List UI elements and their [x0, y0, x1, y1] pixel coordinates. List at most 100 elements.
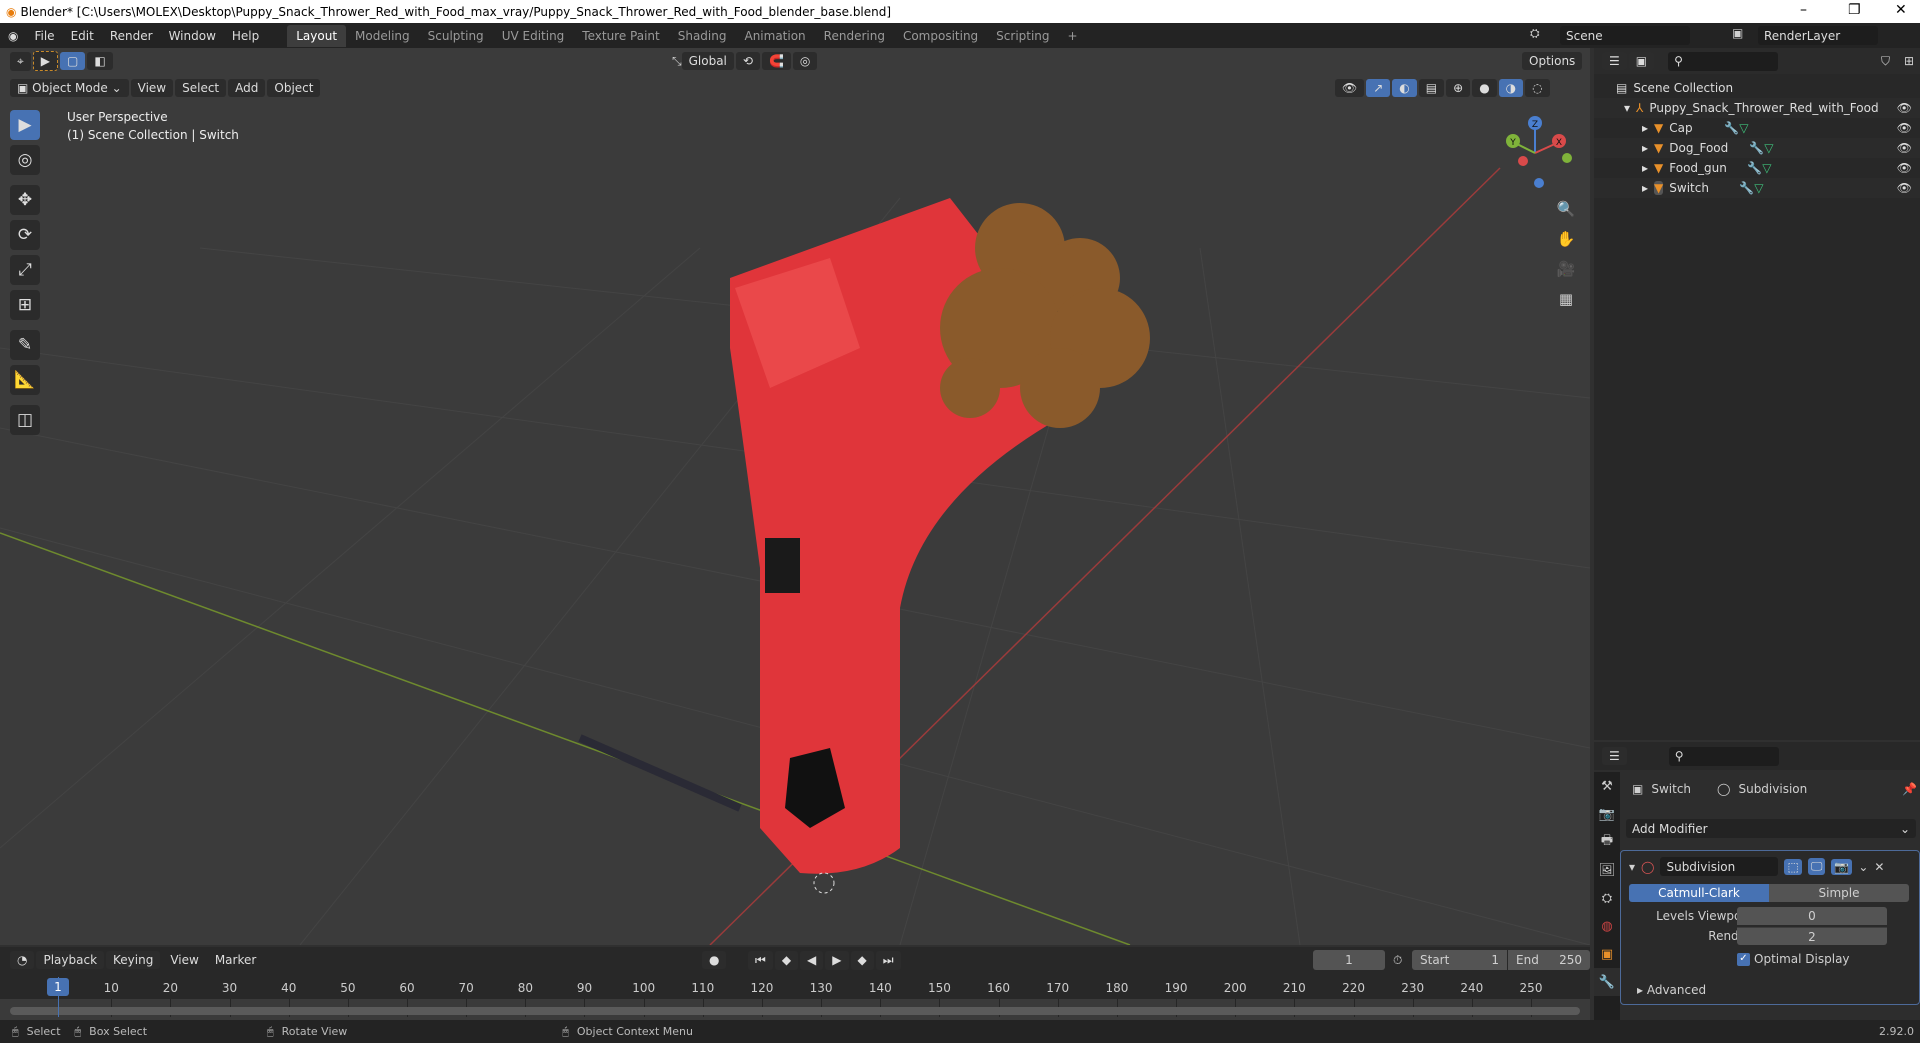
transform-orientation-dropdown[interactable]: Global	[681, 52, 734, 70]
measure-tool[interactable]: 📐	[10, 365, 40, 395]
rendered-shading-icon[interactable]: ◌	[1525, 79, 1550, 97]
outliner-filter-mode-icon[interactable]: ▣	[1628, 52, 1655, 70]
stopwatch-icon[interactable]: ⏱	[1393, 953, 1402, 968]
optimal-display-checkbox[interactable]: ✓ Optimal Display	[1737, 952, 1850, 966]
keying-menu[interactable]: Keying	[106, 951, 161, 969]
pivot-icon[interactable]: ⟲	[735, 52, 760, 70]
options-dropdown[interactable]: Options	[1522, 52, 1583, 70]
maximize-button[interactable]: ❐	[1848, 2, 1861, 18]
menu-view[interactable]: View	[130, 79, 174, 97]
tab-uv-editing[interactable]: UV Editing	[493, 25, 574, 47]
filter-icon[interactable]: ⛉	[1881, 54, 1890, 69]
end-frame-field[interactable]: End 250	[1508, 950, 1590, 970]
outliner-search-input[interactable]: ⚲	[1668, 51, 1779, 71]
catmull-clark-button[interactable]: Catmull-Clark	[1629, 884, 1769, 902]
proportional-edit-icon[interactable]: ◎	[792, 52, 818, 70]
edit-mode-toggle-icon[interactable]: ⬚	[1784, 858, 1802, 875]
cursor-tool[interactable]: ◎	[10, 145, 40, 175]
start-frame-field[interactable]: Start 1	[1412, 950, 1507, 970]
transform-tool[interactable]: ⊞	[10, 290, 40, 320]
tab-scripting[interactable]: Scripting	[987, 25, 1058, 47]
expand-icon[interactable]: ▾	[1624, 101, 1630, 115]
play-reverse-icon[interactable]: ◀	[800, 950, 824, 970]
pan-view-icon[interactable]: ✋	[1553, 226, 1579, 252]
render-toggle-icon[interactable]: 📷	[1831, 858, 1853, 875]
scene-selector[interactable]: Scene	[1560, 26, 1690, 45]
outliner-item-food-gun[interactable]: ▸ ▼ Food_gun 🔧 ▽ 👁	[1594, 158, 1920, 178]
prev-keyframe-icon[interactable]: ◆	[774, 950, 799, 970]
viewport-toggle-icon[interactable]: 🖵	[1807, 858, 1826, 875]
tab-sculpting[interactable]: Sculpting	[419, 25, 493, 47]
modifier-menu-icon[interactable]: ⌄	[1858, 860, 1868, 874]
tab-animation[interactable]: Animation	[735, 25, 814, 47]
material-shading-icon[interactable]: ◑	[1498, 79, 1524, 97]
modifier-name-input[interactable]: Subdivision	[1660, 857, 1779, 876]
visibility-eye-icon[interactable]: 👁	[1897, 121, 1912, 135]
output-tab-icon[interactable]: 🖶	[1594, 828, 1620, 856]
pin-icon[interactable]: 📌	[1902, 782, 1917, 796]
select-box-tool[interactable]: ▶	[10, 110, 40, 140]
timeline-editor-type-icon[interactable]: ◔	[10, 951, 35, 969]
add-workspace-button[interactable]: +	[1059, 25, 1087, 47]
expand-icon[interactable]: ▸	[1642, 181, 1648, 195]
close-button[interactable]: ✕	[1895, 2, 1907, 18]
object-mode-dropdown[interactable]: ▣ Object Mode ⌄	[10, 79, 129, 97]
view-layer-tab-icon[interactable]: 🖼	[1594, 856, 1620, 884]
visibility-eye-icon[interactable]: 👁	[1897, 141, 1912, 155]
auto-keying-icon[interactable]: ●	[702, 951, 727, 969]
outliner-display-mode-icon[interactable]: ☰	[1602, 52, 1627, 70]
snap-icon[interactable]: 🧲	[761, 52, 791, 70]
advanced-subpanel[interactable]: ▸ Advanced	[1637, 983, 1706, 997]
menu-window[interactable]: Window	[161, 29, 224, 43]
expand-icon[interactable]: ▸	[1642, 161, 1648, 175]
menu-help[interactable]: Help	[224, 29, 267, 43]
expand-icon[interactable]: ▸	[1642, 121, 1648, 135]
jump-end-icon[interactable]: ⏭	[875, 950, 901, 970]
select-mode-new-icon[interactable]: ▢	[60, 52, 86, 70]
timeline-view-menu[interactable]: View	[162, 953, 206, 967]
camera-view-icon[interactable]: 🎥	[1553, 256, 1579, 282]
expand-icon[interactable]: ▸	[1642, 141, 1648, 155]
visibility-eye-icon[interactable]: 👁	[1897, 101, 1912, 115]
add-modifier-dropdown[interactable]: Add Modifier ⌄	[1626, 819, 1916, 838]
properties-editor-type-icon[interactable]: ☰	[1602, 747, 1627, 765]
render-tab-icon[interactable]: 📷	[1594, 800, 1620, 828]
3d-viewport[interactable]: ⌖ ▶ ▢ ◧ ⤡ Global ⟲ 🧲 ◎ Options ▣ Object …	[0, 48, 1590, 945]
overlay-toggle-icon[interactable]: ◐	[1392, 79, 1417, 97]
render-levels-field[interactable]: 2	[1737, 927, 1887, 945]
outliner-collection-row[interactable]: ▾ ⅄ Puppy_Snack_Thrower_Red_with_Food 👁	[1594, 98, 1920, 118]
annotate-tool[interactable]: ✎	[10, 330, 40, 360]
play-icon[interactable]: ▶	[825, 950, 849, 970]
remove-modifier-icon[interactable]: ✕	[1874, 860, 1884, 874]
outliner-item-switch[interactable]: ▸ ▼ Switch 🔧 ▽ 👁	[1594, 178, 1920, 198]
tool-tab-icon[interactable]: ⚒	[1594, 772, 1620, 800]
menu-add[interactable]: Add	[228, 79, 266, 97]
move-tool[interactable]: ✥	[10, 185, 40, 215]
menu-object[interactable]: Object	[267, 79, 321, 97]
next-keyframe-icon[interactable]: ◆	[850, 950, 874, 970]
visibility-eye-icon[interactable]: 👁	[1897, 181, 1912, 195]
wireframe-shading-icon[interactable]: ⊕	[1446, 79, 1471, 97]
visibility-eye-icon[interactable]: 👁	[1897, 161, 1912, 175]
add-cube-tool[interactable]: ◫	[10, 405, 40, 435]
menu-file[interactable]: File	[26, 29, 62, 43]
select-mode-extend-icon[interactable]: ◧	[87, 52, 113, 70]
scene-tab-icon[interactable]: ⛭	[1594, 884, 1620, 912]
tab-rendering[interactable]: Rendering	[815, 25, 894, 47]
editor-type-button[interactable]: ⌖	[10, 51, 31, 71]
gizmo-toggle-icon[interactable]: ↗	[1366, 79, 1391, 97]
playback-menu[interactable]: Playback	[36, 951, 105, 969]
tab-texture-paint[interactable]: Texture Paint	[573, 25, 668, 47]
collapse-icon[interactable]: ▾	[1629, 860, 1635, 874]
blender-menu-icon[interactable]: ◉	[0, 29, 26, 43]
tab-modeling[interactable]: Modeling	[346, 25, 419, 47]
menu-render[interactable]: Render	[102, 29, 161, 43]
solid-shading-icon[interactable]: ●	[1472, 79, 1497, 97]
rotate-tool[interactable]: ⟳	[10, 220, 40, 250]
modifier-tab-icon[interactable]: 🔧	[1594, 968, 1620, 996]
outliner-item-dog-food[interactable]: ▸ ▼ Dog_Food 🔧 ▽ 👁	[1594, 138, 1920, 158]
jump-start-icon[interactable]: ⏮	[748, 950, 773, 970]
perspective-toggle-icon[interactable]: ▦	[1553, 286, 1579, 312]
new-collection-icon[interactable]: ⊞	[1904, 54, 1914, 68]
menu-select[interactable]: Select	[175, 79, 227, 97]
